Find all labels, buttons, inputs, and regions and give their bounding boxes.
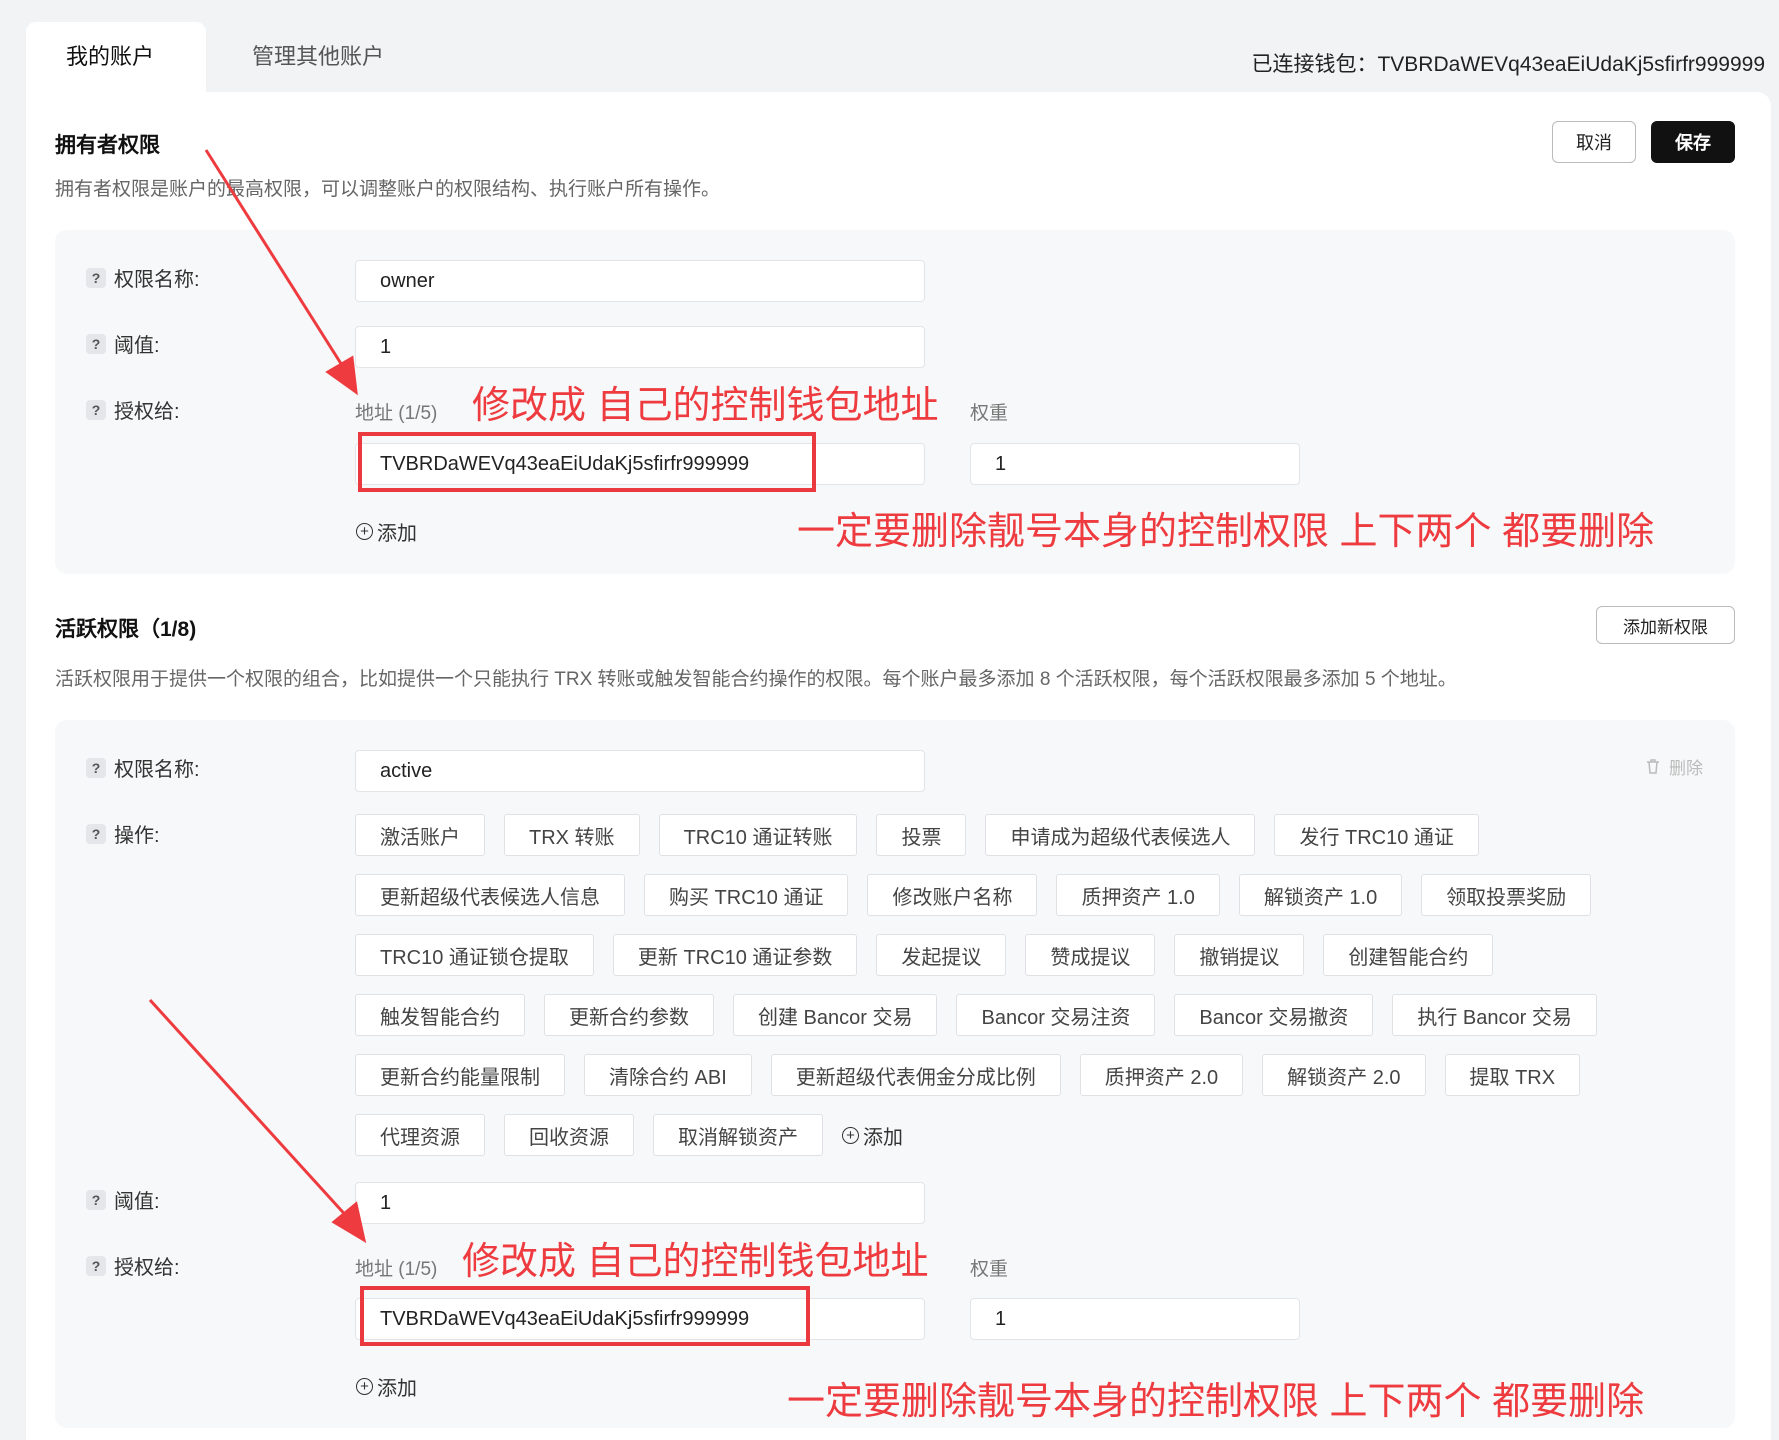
operation-chip[interactable]: TRC10 通证锁仓提取 — [355, 934, 594, 976]
active-permission-title: 活跃权限（1/8) — [55, 618, 197, 641]
operation-chip[interactable]: 创建智能合约 — [1323, 934, 1494, 976]
operation-chip[interactable]: 投票 — [876, 814, 967, 856]
operation-chip[interactable]: 发起提议 — [876, 934, 1007, 976]
operation-chip[interactable]: 购买 TRC10 通证 — [644, 874, 849, 916]
operations-row: 激活账户 TRX 转账 TRC10 通证转账 投票 申请成为超级代表候选人 发行… — [355, 814, 1675, 874]
annotation-modify-owner: 修改成 自己的控制钱包地址 — [472, 385, 939, 427]
operation-chip[interactable]: 修改账户名称 — [867, 874, 1038, 916]
annotation-delete-active: 一定要删除靓号本身的控制权限 上下两个 都要删除 — [787, 1381, 1645, 1423]
tab-manage-other-accounts[interactable]: 管理其他账户 — [252, 46, 384, 68]
active-name-label: ? 权限名称: — [86, 753, 200, 782]
operations-row: 更新超级代表候选人信息 购买 TRC10 通证 修改账户名称 质押资产 1.0 … — [355, 874, 1675, 934]
operations-row: 触发智能合约 更新合约参数 创建 Bancor 交易 Bancor 交易注资 B… — [355, 994, 1675, 1054]
owner-permission-title: 拥有者权限 — [55, 134, 160, 157]
owner-weight-input[interactable]: 1 — [970, 443, 1300, 485]
operation-chip[interactable]: 创建 Bancor 交易 — [733, 994, 938, 1036]
operation-chip[interactable]: 质押资产 1.0 — [1056, 874, 1220, 916]
operation-chip[interactable]: 取消解锁资产 — [653, 1114, 823, 1156]
question-icon[interactable]: ? — [86, 333, 106, 354]
operation-chip[interactable]: 更新 TRC10 通证参数 — [612, 934, 858, 976]
active-ops-label: ? 操作: — [86, 819, 160, 848]
owner-threshold-label: ? 阈值: — [86, 329, 160, 358]
cancel-button[interactable]: 取消 — [1552, 121, 1636, 163]
operation-chip[interactable]: 质押资产 2.0 — [1079, 1054, 1244, 1096]
active-weight-label: 权重 — [970, 1259, 1009, 1280]
operation-chip[interactable]: 更新合约参数 — [544, 994, 714, 1036]
operation-chip[interactable]: 提取 TRX — [1444, 1054, 1581, 1096]
operation-chip[interactable]: 撤销提议 — [1174, 934, 1305, 976]
operation-chip[interactable]: 代理资源 — [355, 1114, 485, 1156]
operation-chip[interactable]: 更新超级代表佣金分成比例 — [770, 1054, 1061, 1096]
owner-name-label: ? 权限名称: — [86, 263, 200, 292]
owner-add-address-button[interactable]: + 添加 — [356, 517, 417, 546]
active-address-label: 地址 (1/5) — [355, 1259, 438, 1280]
operation-chip[interactable]: 解锁资产 1.0 — [1238, 874, 1403, 916]
owner-grant-label: ? 授权给: — [86, 395, 180, 424]
question-icon[interactable]: ? — [86, 1255, 106, 1276]
operation-chip[interactable]: TRC10 通证转账 — [658, 814, 858, 856]
active-threshold-input[interactable]: 1 — [355, 1182, 925, 1224]
question-icon[interactable]: ? — [86, 823, 106, 844]
owner-weight-label: 权重 — [970, 403, 1009, 424]
operation-chip[interactable]: 发行 TRC10 通证 — [1274, 814, 1479, 856]
question-icon[interactable]: ? — [86, 757, 106, 778]
active-grant-label: ? 授权给: — [86, 1251, 180, 1280]
operations-row: TRC10 通证锁仓提取 更新 TRC10 通证参数 发起提议 赞成提议 撤销提… — [355, 934, 1675, 994]
operations-list: 激活账户 TRX 转账 TRC10 通证转账 投票 申请成为超级代表候选人 发行… — [355, 814, 1675, 1174]
add-new-permission-button[interactable]: 添加新权限 — [1596, 606, 1735, 644]
active-name-input[interactable]: active — [355, 750, 925, 792]
owner-threshold-input[interactable]: 1 — [355, 326, 925, 368]
operation-chip[interactable]: 清除合约 ABI — [584, 1054, 752, 1096]
operation-chip[interactable]: Bancor 交易注资 — [956, 994, 1156, 1036]
operation-chip[interactable]: Bancor 交易撤资 — [1174, 994, 1374, 1036]
plus-circle-icon: + — [842, 1126, 859, 1144]
operation-chip[interactable]: 回收资源 — [504, 1114, 634, 1156]
operation-chip[interactable]: 领取投票奖励 — [1421, 874, 1592, 916]
operation-chip[interactable]: 更新超级代表候选人信息 — [355, 874, 625, 916]
operation-chip[interactable]: 更新合约能量限制 — [355, 1054, 565, 1096]
active-add-address-button[interactable]: + 添加 — [356, 1372, 417, 1401]
connected-wallet: 已连接钱包：TVBRDaWEVq43eaEiUdaKj5sfirfr999999 — [1251, 53, 1765, 76]
trash-icon — [1647, 759, 1659, 774]
operations-row: 代理资源 回收资源 取消解锁资产 + 添加 — [355, 1114, 1675, 1174]
question-icon[interactable]: ? — [86, 1189, 106, 1210]
operation-chip[interactable]: 解锁资产 2.0 — [1262, 1054, 1426, 1096]
operations-row: 更新合约能量限制 清除合约 ABI 更新超级代表佣金分成比例 质押资产 2.0 … — [355, 1054, 1675, 1114]
operation-chip[interactable]: 申请成为超级代表候选人 — [985, 814, 1256, 856]
active-threshold-label: ? 阈值: — [86, 1185, 160, 1214]
annotation-delete-owner: 一定要删除靓号本身的控制权限 上下两个 都要删除 — [797, 511, 1655, 553]
delete-permission-button[interactable]: 删除 — [1645, 754, 1703, 779]
owner-address-label: 地址 (1/5) — [355, 403, 438, 424]
operation-chip[interactable]: 执行 Bancor 交易 — [1392, 994, 1597, 1036]
add-operation-button[interactable]: + 添加 — [842, 1114, 903, 1156]
active-permission-desc: 活跃权限用于提供一个权限的组合，比如提供一个只能执行 TRX 转账或触发智能合约… — [55, 669, 1457, 690]
save-button[interactable]: 保存 — [1651, 121, 1735, 163]
highlight-box-owner-address — [358, 432, 816, 492]
annotation-modify-active: 修改成 自己的控制钱包地址 — [462, 1241, 929, 1283]
operation-chip[interactable]: 赞成提议 — [1025, 934, 1156, 976]
question-icon[interactable]: ? — [86, 267, 106, 288]
question-icon[interactable]: ? — [86, 399, 106, 420]
highlight-box-active-address — [360, 1286, 810, 1346]
operation-chip[interactable]: TRX 转账 — [504, 814, 640, 856]
owner-permission-desc: 拥有者权限是账户的最高权限，可以调整账户的权限结构、执行账户所有操作。 — [55, 179, 721, 200]
owner-name-input[interactable]: owner — [355, 260, 925, 302]
operation-chip[interactable]: 激活账户 — [355, 814, 485, 856]
plus-circle-icon: + — [356, 1378, 373, 1395]
active-weight-input[interactable]: 1 — [970, 1298, 1300, 1340]
tab-my-account[interactable]: 我的账户 — [66, 46, 154, 68]
plus-circle-icon: + — [356, 523, 373, 540]
operation-chip[interactable]: 触发智能合约 — [355, 994, 525, 1036]
